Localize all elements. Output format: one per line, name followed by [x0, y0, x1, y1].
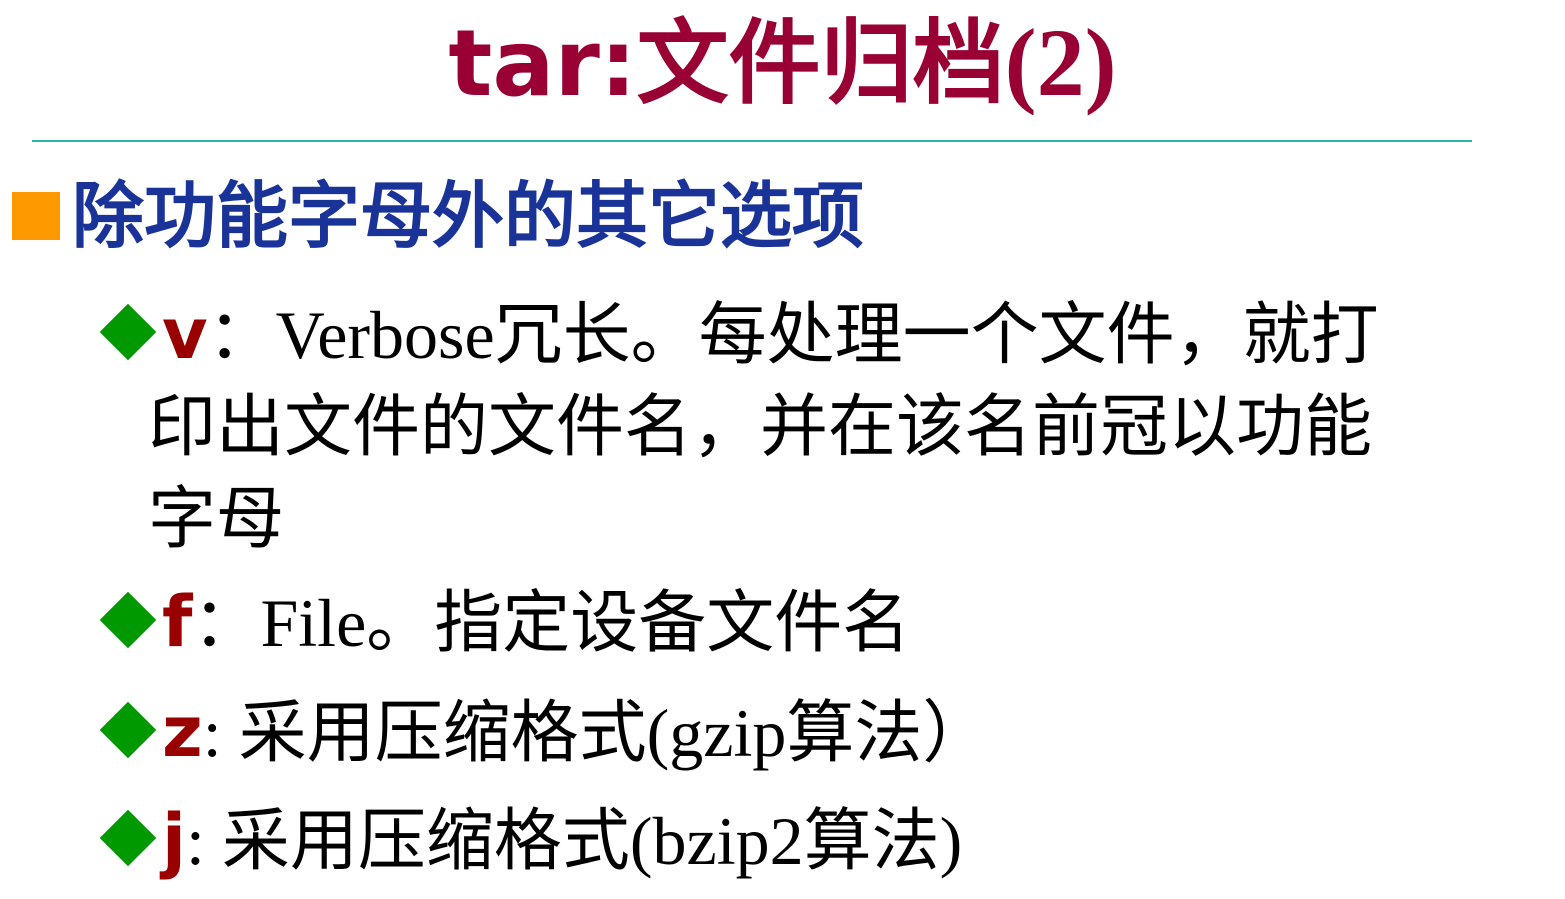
option-key: j	[162, 799, 186, 881]
option-key: f	[162, 581, 193, 663]
option-item-v: v：Verbose冗长。每处理一个文件，就打 印出文件的文件名，并在该名前冠以功…	[96, 288, 1516, 565]
orange-square-bullet-icon	[12, 192, 60, 240]
option-description: : 采用压缩格式(bzip2算法)	[186, 803, 963, 879]
option-description: ：Verbose冗长。每处理一个文件，就打	[207, 297, 1379, 373]
option-description-continued: 字母	[148, 481, 285, 557]
option-description-continued: 印出文件的文件名，并在该名前冠以功能	[148, 389, 1373, 465]
option-key: z	[162, 691, 203, 773]
green-diamond-bullet-icon	[99, 809, 157, 867]
option-item-j: j: 采用压缩格式(bzip2算法)	[96, 794, 1516, 887]
slide-title: tar:文件归档(2)	[0, 8, 1565, 119]
slide-title-suffix: (2)	[1004, 9, 1117, 116]
section-heading: 除功能字母外的其它选项	[12, 166, 864, 266]
title-divider	[32, 140, 1472, 142]
section-heading-text: 除功能字母外的其它选项	[72, 174, 865, 258]
green-diamond-bullet-icon	[99, 303, 157, 361]
option-item-z: z: 采用压缩格式(gzip算法）	[96, 686, 1516, 779]
option-item-f: f：File。指定设备文件名	[96, 576, 1516, 669]
slide-title-main: tar:文件归档	[448, 10, 1005, 117]
option-key: v	[162, 293, 208, 375]
green-diamond-bullet-icon	[99, 591, 157, 649]
green-diamond-bullet-icon	[99, 701, 157, 759]
option-description: ：File。指定设备文件名	[192, 585, 911, 661]
option-description: : 采用压缩格式(gzip算法）	[202, 695, 991, 771]
